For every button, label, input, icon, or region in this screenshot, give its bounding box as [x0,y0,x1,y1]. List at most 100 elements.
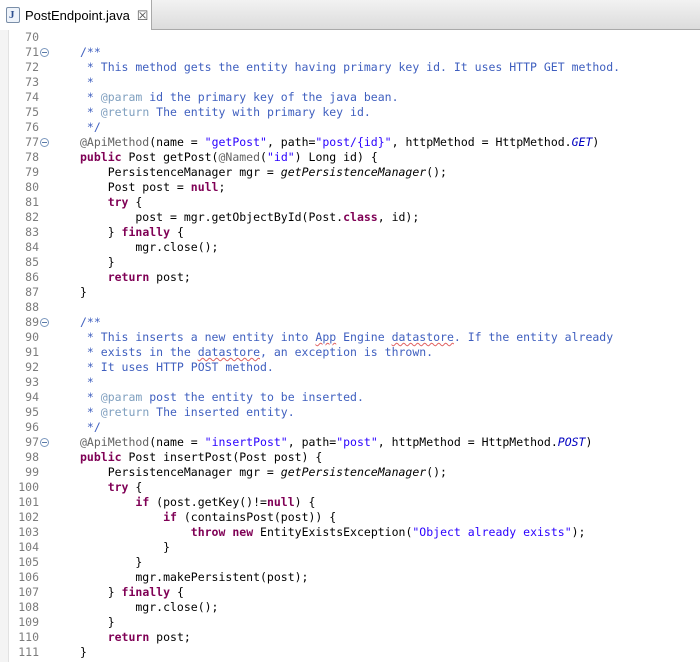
code-line[interactable]: 110 return post; [0,630,700,645]
code-token: "Object already exists" [412,525,572,539]
code-line[interactable]: 108 mgr.close(); [0,600,700,615]
close-icon[interactable]: ☒ [137,9,149,22]
line-number: 92 [25,360,39,374]
code-line[interactable]: 87} [0,285,700,300]
code-text: post = mgr.getObjectById(Post.class, id)… [80,210,419,225]
code-line[interactable]: 104 } [0,540,700,555]
code-token: } [80,255,115,269]
code-text: } finally { [80,585,184,600]
code-line[interactable]: 93 * [0,375,700,390]
code-line[interactable]: 77 @ApiMethod(name = "getPost", path="pos… [0,135,700,150]
code-text: try { [80,195,143,210]
code-token: @return [100,405,150,419]
code-line[interactable]: 101 if (post.getKey()!=null) { [0,495,700,510]
code-line[interactable]: 74 * @param id the primary key of the ja… [0,90,700,105]
code-line[interactable]: 98 public Post insertPost(Post post) { [0,450,700,465]
code-token: getPersistenceManager [280,465,427,479]
code-line[interactable]: 80 Post post = null; [0,180,700,195]
code-line[interactable]: 99 PersistenceManager mgr = getPersisten… [0,465,700,480]
code-token: * [80,405,101,419]
code-line[interactable]: 86 return post; [0,270,700,285]
line-number: 108 [18,600,39,614]
code-text: * This inserts a new entity into App Eng… [80,330,613,345]
code-line[interactable]: 95 * @return The inserted entity. [0,405,700,420]
code-line[interactable]: 83 } finally { [0,225,700,240]
code-line[interactable]: 92 * It uses HTTP POST method. [0,360,700,375]
code-editor[interactable]: 70 71/** 72 * This method gets the entity … [0,30,700,662]
line-number: 94 [25,390,39,404]
editor-tab-post-endpoint[interactable]: J PostEndpoint.java ☒ [0,0,152,30]
code-line[interactable]: 97 @ApiMethod(name = "insertPost", path="… [0,435,700,450]
code-line[interactable]: 96 */ [0,420,700,435]
tab-title: PostEndpoint.java [25,7,130,23]
code-line[interactable]: 75 * @return The entity with primary key… [0,105,700,120]
code-token: ) [585,435,593,449]
code-text: } [80,285,87,300]
code-line[interactable]: 81 try { [0,195,700,210]
line-number: 85 [25,255,39,269]
line-number: 74 [25,90,39,104]
line-number: 83 [25,225,39,239]
code-line[interactable]: 70 [0,30,700,45]
code-token: , httpMethod = HttpMethod. [391,135,572,149]
code-line[interactable]: 82 post = mgr.getObjectById(Post.class, … [0,210,700,225]
code-text: /** [80,315,101,330]
line-number: 82 [25,210,39,224]
code-line[interactable]: 79 PersistenceManager mgr = getPersisten… [0,165,700,180]
code-line[interactable]: 109 } [0,615,700,630]
code-token: (name = [149,135,205,149]
code-token: post; [149,630,191,644]
code-token: finally [121,585,171,599]
line-number: 105 [18,555,39,569]
code-token: datastore [391,330,454,344]
code-line[interactable]: 102 if (containsPost(post)) { [0,510,700,525]
code-token: (containsPost(post)) { [176,510,337,524]
code-line[interactable]: 88 [0,300,700,315]
fold-collapse-icon[interactable] [40,318,49,327]
line-number: 78 [25,150,39,164]
code-line[interactable]: 78 public Post getPost(@Named("id") Long … [0,150,700,165]
code-token: ( [260,150,267,164]
code-line[interactable]: 103 throw new EntityExistsException("Obj… [0,525,700,540]
code-line[interactable]: 90 * This inserts a new entity into App … [0,330,700,345]
fold-collapse-icon[interactable] [40,48,49,57]
code-line[interactable]: 84 mgr.close(); [0,240,700,255]
code-token: "post" [336,435,378,449]
code-line[interactable]: 89 /** [0,315,700,330]
code-token: mgr.close(); [80,240,219,254]
code-token: "id" [266,150,295,164]
code-line[interactable]: 76 */ [0,120,700,135]
code-line[interactable]: 106 mgr.makePersistent(post); [0,570,700,585]
code-line[interactable]: 73 * [0,75,700,90]
code-token: PersistenceManager mgr = [80,165,281,179]
code-line[interactable]: 100 try { [0,480,700,495]
code-line[interactable]: 105 } [0,555,700,570]
code-line[interactable]: 85 } [0,255,700,270]
fold-collapse-icon[interactable] [40,438,49,447]
code-line[interactable]: 91 * exists in the datastore, an excepti… [0,345,700,360]
line-number: 89 [25,315,39,329]
code-token: @ApiMethod [80,435,150,449]
line-number: 111 [18,645,39,659]
code-token: getPersistenceManager [280,165,427,179]
line-number: 88 [25,300,39,314]
line-number: 72 [25,60,39,74]
code-token: , path= [266,135,316,149]
code-token: try [107,195,129,209]
code-text: throw new EntityExistsException("Object … [80,525,586,540]
code-line[interactable]: 72 * This method gets the entity having … [0,60,700,75]
code-line[interactable]: 107 } finally { [0,585,700,600]
code-token: * exists in the [80,345,198,359]
code-line[interactable]: 94 * @param post the entity to be insert… [0,390,700,405]
code-line[interactable]: 111} [0,645,700,660]
fold-collapse-icon[interactable] [40,138,49,147]
code-token: /** [80,45,101,59]
editor-tab-bar: J PostEndpoint.java ☒ [0,0,700,30]
line-number: 84 [25,240,39,254]
line-number: 70 [25,30,39,44]
code-line[interactable]: 71 /** [0,45,700,60]
code-text: } [80,540,170,555]
code-token: POST [557,435,586,449]
